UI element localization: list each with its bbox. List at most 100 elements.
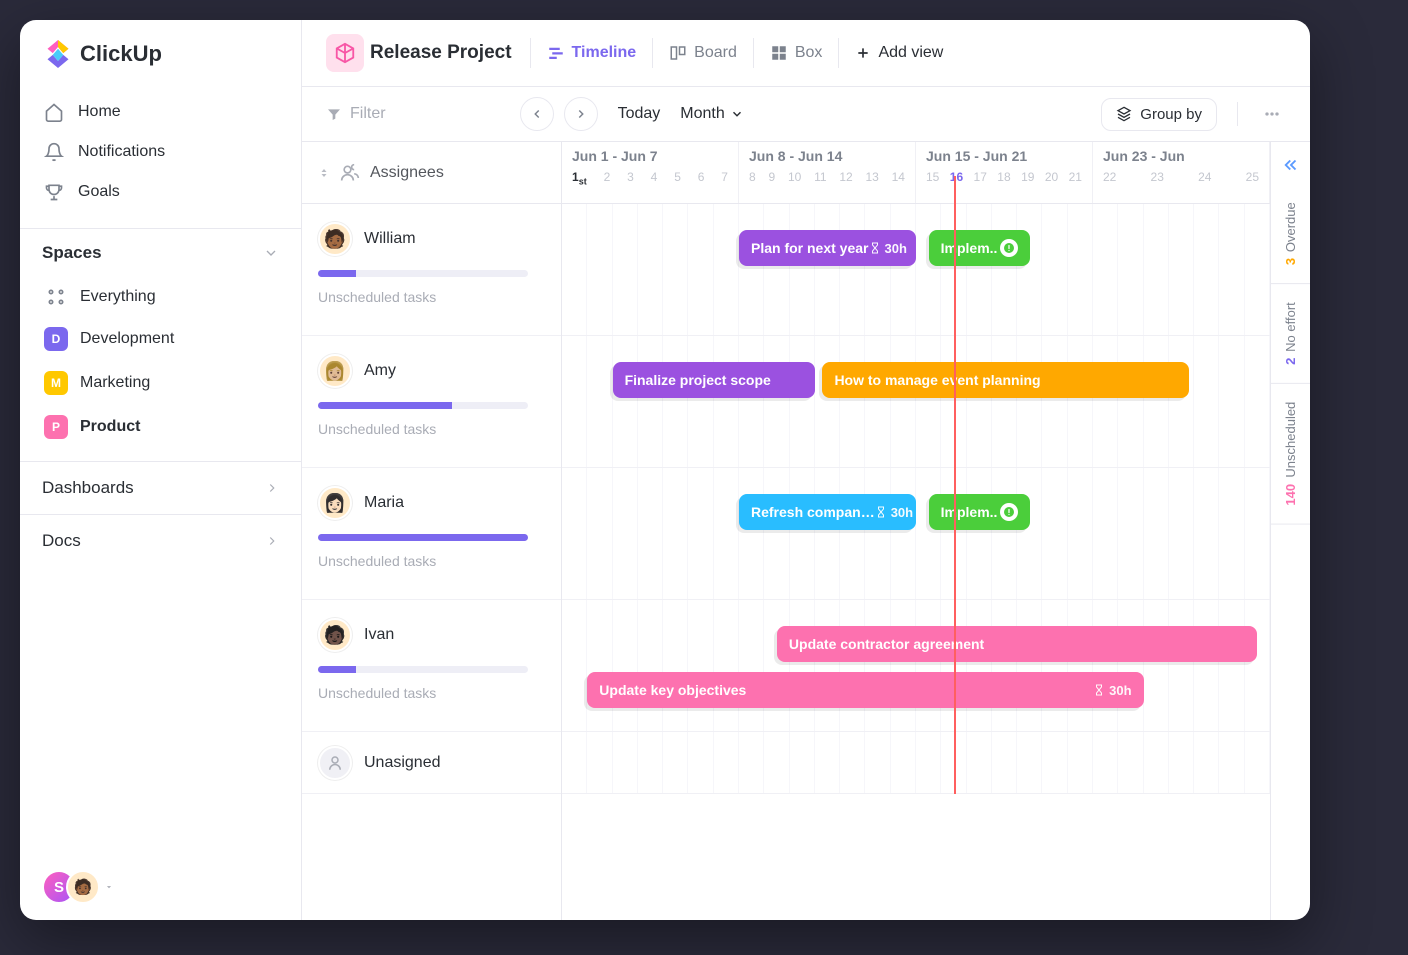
day-number: 16 [950,170,963,184]
progress-bar [318,534,528,541]
week-header: Jun 8 - Jun 14891011121314 [739,142,916,203]
task-bar[interactable]: Plan for next year30h [739,230,916,266]
assignee-column-header[interactable]: Assignees [302,142,561,204]
week-label: Jun 15 - Jun 21 [926,148,1082,164]
gantt-lane [562,732,1270,794]
day-number: 22 [1103,170,1116,184]
filter-icon [326,106,342,122]
day-number: 2 [604,170,611,186]
assignee-name: Amy [364,362,396,380]
task-bar-label: Plan for next year [751,240,869,256]
space-label: Development [80,330,174,348]
unscheduled-link[interactable]: Unscheduled tasks [318,289,545,305]
nav-notifications-label: Notifications [78,143,165,161]
day-number: 5 [674,170,681,186]
day-number: 1st [572,170,587,186]
day-numbers: 15161718192021 [926,170,1082,184]
tab-board-label: Board [694,44,737,62]
day-number: 3 [627,170,634,186]
day-number: 24 [1198,170,1211,184]
avatar: 🧑🏿 [318,618,352,652]
chevron-right-icon [574,107,588,121]
space-list: Everything D Development M Marketing P P… [20,277,301,449]
task-bar-label: Finalize project scope [625,372,771,388]
nav-home[interactable]: Home [32,92,289,132]
day-number: 19 [1021,170,1034,184]
assignee-name: William [364,230,416,248]
filter-button[interactable]: Filter [326,105,386,123]
assignee-column: Assignees 🧑🏾 William Unscheduled tasks 👩… [302,142,562,920]
nav-notifications[interactable]: Notifications [32,132,289,172]
unscheduled-link[interactable]: Unscheduled tasks [318,553,545,569]
hourglass-icon [869,242,881,254]
space-development[interactable]: D Development [32,317,289,361]
assignee-name: Unasigned [364,754,441,772]
dropdown-caret-icon[interactable] [104,882,114,892]
assignee-row[interactable]: 🧑🏿 Ivan Unscheduled tasks [302,600,561,732]
day-numbers: 22232425 [1103,170,1259,184]
add-view-button[interactable]: Add view [838,38,959,68]
today-indicator [954,176,956,794]
groupby-button[interactable]: Group by [1101,98,1217,131]
tab-timeline-label: Timeline [572,44,637,62]
more-button[interactable] [1258,100,1286,128]
timeline: Assignees 🧑🏾 William Unscheduled tasks 👩… [302,142,1310,920]
next-button[interactable] [564,97,598,131]
tab-box[interactable]: Box [753,38,839,68]
gantt-chart[interactable]: Jun 1 - Jun 71st234567Jun 8 - Jun 148910… [562,142,1270,920]
assignee-row-unassigned[interactable]: Unasigned [302,732,561,794]
assignee-row[interactable]: 🧑🏾 William Unscheduled tasks [302,204,561,336]
space-everything[interactable]: Everything [32,277,289,317]
nav-goals[interactable]: Goals [32,172,289,212]
task-bar[interactable]: Refresh compan…30h [739,494,916,530]
trophy-icon [44,182,64,202]
spaces-header[interactable]: Spaces [20,228,301,277]
task-bar[interactable]: Update key objectives30h [587,672,1143,708]
unscheduled-link[interactable]: Unscheduled tasks [318,685,545,701]
gantt-lane: Plan for next year30h Implem.. [562,204,1270,336]
rail-unscheduled-count: 140 [1283,484,1298,506]
unscheduled-link[interactable]: Unscheduled tasks [318,421,545,437]
alert-icon [1000,239,1018,257]
space-badge: P [44,415,68,439]
view-tabs: Timeline Board Box Add view [530,38,960,68]
docs-section[interactable]: Docs [20,514,301,567]
rail-noeffort[interactable]: 2 No effort [1271,284,1310,384]
date-nav [520,97,598,131]
task-bar[interactable]: Implem.. [929,494,1030,530]
chevron-left-icon [530,107,544,121]
task-bar[interactable]: Update contractor agreement [777,626,1257,662]
assignee-row[interactable]: 👩🏼 Amy Unscheduled tasks [302,336,561,468]
rail-overdue[interactable]: 3 Overdue [1271,184,1310,284]
plus-icon [855,45,871,61]
progress-bar [318,402,528,409]
rail-unscheduled[interactable]: 140 Unscheduled [1271,384,1310,525]
chevron-down-icon [263,245,279,261]
tab-timeline[interactable]: Timeline [530,38,653,68]
logo[interactable]: ClickUp [20,20,301,88]
rail-overdue-count: 3 [1283,258,1298,265]
workspace-avatars[interactable]: S 🧑🏾 [42,870,100,904]
chart-header: Jun 1 - Jun 71st234567Jun 8 - Jun 148910… [562,142,1270,204]
project-icon[interactable] [326,34,364,72]
space-marketing[interactable]: M Marketing [32,361,289,405]
board-icon [669,44,687,62]
task-bar[interactable]: How to manage event planning [822,362,1189,398]
space-product[interactable]: P Product [32,405,289,449]
docs-label: Docs [42,531,81,551]
space-badge: D [44,327,68,351]
assignee-row[interactable]: 👩🏻 Maria Unscheduled tasks [302,468,561,600]
range-selector[interactable]: Month [680,105,743,123]
prev-button[interactable] [520,97,554,131]
week-header: Jun 15 - Jun 21 15161718192021 [916,142,1093,203]
tab-board[interactable]: Board [652,38,753,68]
collapse-rail-button[interactable] [1282,156,1300,184]
sidebar: ClickUp Home Notifications Goals Spaces [20,20,302,920]
task-bar[interactable]: Implem.. [929,230,1030,266]
today-button[interactable]: Today [612,105,667,123]
divider [1237,102,1238,126]
task-bar[interactable]: Finalize project scope [613,362,815,398]
dashboards-section[interactable]: Dashboards [20,461,301,514]
timeline-icon [547,44,565,62]
rail-noeffort-label: No effort [1283,302,1298,352]
